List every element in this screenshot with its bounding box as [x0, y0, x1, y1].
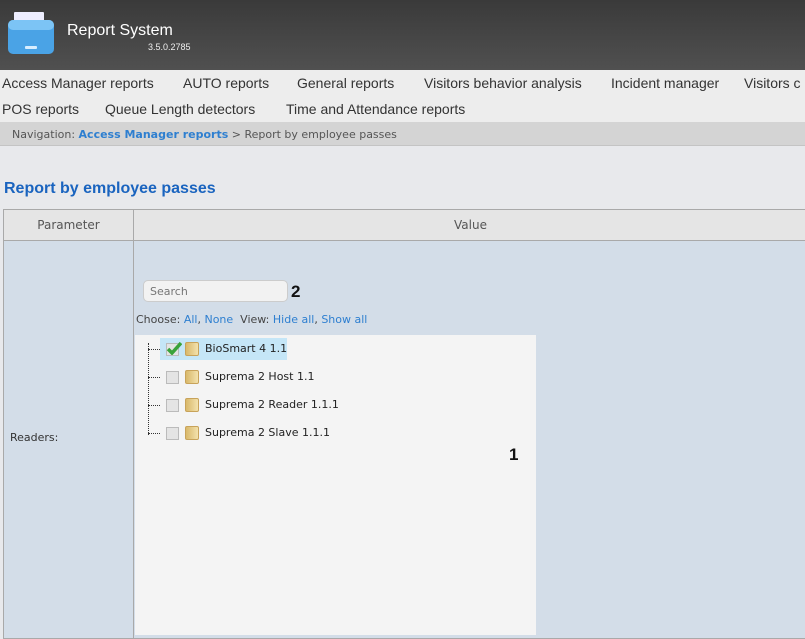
- menu-auto-reports[interactable]: AUTO reports: [183, 75, 269, 91]
- app-version: 3.5.0.2785: [148, 42, 191, 52]
- tree-item-label: BioSmart 4 1.1: [205, 342, 288, 355]
- folder-icon: [185, 398, 199, 412]
- checkbox-icon[interactable]: [166, 426, 179, 440]
- choose-label: Choose:: [136, 313, 181, 326]
- breadcrumb-label: Navigation:: [12, 128, 76, 141]
- choose-none-link[interactable]: None: [204, 313, 233, 326]
- menu-access-manager-reports[interactable]: Access Manager reports: [2, 75, 154, 91]
- main-menu: Access Manager reports AUTO reports Gene…: [0, 70, 805, 122]
- page-title: Report by employee passes: [4, 180, 216, 197]
- checkbox-icon[interactable]: [166, 370, 179, 384]
- menu-visitors[interactable]: Visitors c: [744, 75, 801, 91]
- folder-icon: [185, 426, 199, 440]
- app-title: Report System: [67, 22, 173, 39]
- tree-item-label: Suprema 2 Host 1.1: [205, 370, 315, 383]
- menu-visitors-behavior-analysis[interactable]: Visitors behavior analysis: [424, 75, 582, 91]
- tree-item-label: Suprema 2 Slave 1.1.1: [205, 426, 330, 439]
- folder-icon: [185, 370, 199, 384]
- column-header-parameter: Parameter: [4, 210, 134, 241]
- menu-queue-length-detectors[interactable]: Queue Length detectors: [105, 101, 255, 117]
- folder-icon: [8, 12, 54, 54]
- hide-all-link[interactable]: Hide all: [273, 313, 314, 326]
- breadcrumb: Navigation: Access Manager reports > Rep…: [0, 122, 805, 146]
- annotation-1: 1: [509, 445, 519, 464]
- menu-general-reports[interactable]: General reports: [297, 75, 394, 91]
- menu-pos-reports[interactable]: POS reports: [2, 101, 79, 117]
- column-header-value: Value: [134, 210, 805, 241]
- choose-all-link[interactable]: All: [184, 313, 198, 326]
- breadcrumb-separator: >: [231, 128, 241, 141]
- tree-connector: [148, 343, 149, 435]
- folder-icon: [185, 342, 199, 356]
- app-header: Report System 3.5.0.2785: [0, 0, 805, 70]
- readers-label: Readers:: [10, 431, 59, 444]
- menu-incident-manager[interactable]: Incident manager: [611, 75, 719, 91]
- tree-item-label: Suprema 2 Reader 1.1.1: [205, 398, 339, 411]
- breadcrumb-current: Report by employee passes: [244, 128, 397, 141]
- checkbox-checked-icon[interactable]: [166, 341, 182, 356]
- checkbox-icon[interactable]: [166, 398, 179, 412]
- search-input[interactable]: [143, 280, 288, 302]
- view-label: View:: [240, 313, 270, 326]
- annotation-2: 2: [291, 282, 301, 301]
- menu-time-attendance-reports[interactable]: Time and Attendance reports: [286, 101, 465, 117]
- breadcrumb-link[interactable]: Access Manager reports: [79, 128, 229, 141]
- choose-bar: Choose: All, None View: Hide all, Show a…: [136, 313, 368, 326]
- show-all-link[interactable]: Show all: [321, 313, 367, 326]
